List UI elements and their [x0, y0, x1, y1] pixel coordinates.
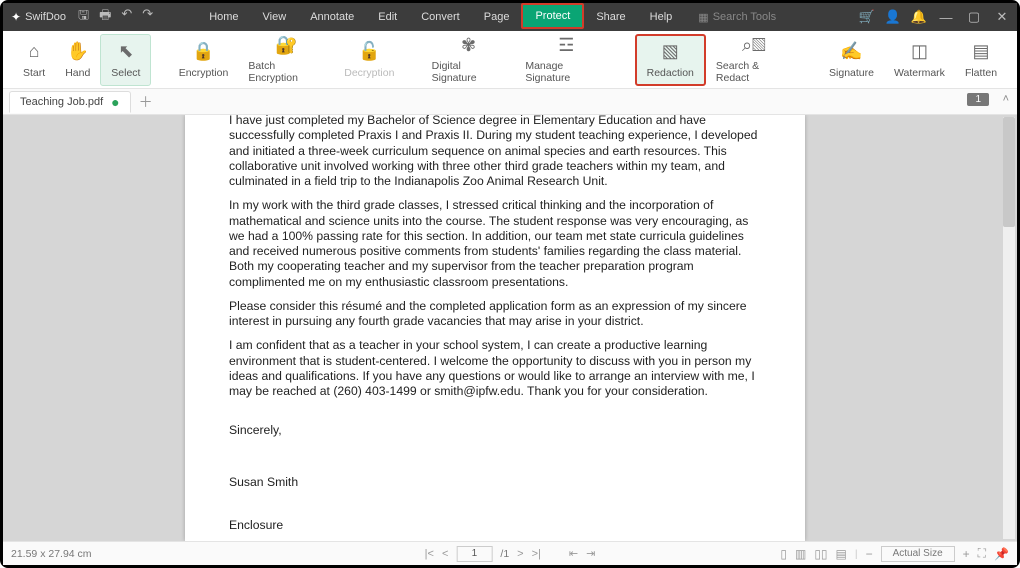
body-paragraph: Please consider this résumé and the comp…	[229, 299, 761, 330]
menu-page[interactable]: Page	[472, 3, 522, 31]
window-controls: 🛒 👤 🔔 — ▢ ✕	[858, 9, 1017, 25]
close-button[interactable]: ✕	[993, 9, 1011, 25]
two-page-icon[interactable]: ▯▯	[814, 547, 827, 561]
last-page-icon[interactable]: >|	[532, 548, 541, 560]
main-menu: Home View Annotate Edit Convert Page Pro…	[197, 3, 684, 31]
menu-edit[interactable]: Edit	[366, 3, 409, 31]
next-view-icon[interactable]: ⇥	[586, 547, 595, 560]
prev-page-icon[interactable]: <	[442, 548, 448, 560]
file-tab[interactable]: Teaching Job.pdf ●	[9, 91, 131, 113]
menu-convert[interactable]: Convert	[409, 3, 472, 31]
body-paragraph: I am confident that as a teacher in your…	[229, 338, 761, 399]
signature-icon: ✍	[840, 41, 862, 63]
signer-name: Susan Smith	[229, 475, 761, 490]
document-area: I have just completed my Bachelor of Sci…	[3, 115, 1017, 541]
unlock-icon: 🔓	[358, 41, 380, 63]
encryption-button[interactable]: 🔒Encryption	[169, 34, 239, 86]
menu-home[interactable]: Home	[197, 3, 250, 31]
minimize-button[interactable]: —	[937, 10, 955, 25]
scrollbar-thumb[interactable]	[1003, 117, 1015, 227]
enclosure-text: Enclosure	[229, 518, 761, 533]
lock-icon: 🔒	[192, 41, 214, 63]
select-button[interactable]: ⬉Select	[100, 34, 151, 86]
search-redact-icon: ⌕▧	[742, 35, 766, 56]
flatten-button[interactable]: ▤Flatten	[955, 34, 1007, 86]
read-mode-icon[interactable]: ▤	[836, 547, 847, 561]
file-tab-label: Teaching Job.pdf	[20, 96, 103, 108]
hand-button[interactable]: ✋Hand	[55, 34, 100, 86]
bell-icon[interactable]: 🔔	[911, 9, 927, 25]
zoom-out-icon[interactable]: −	[866, 547, 873, 561]
maximize-button[interactable]: ▢	[965, 9, 983, 25]
watermark-button[interactable]: ◫Watermark	[884, 34, 955, 86]
menu-help[interactable]: Help	[638, 3, 685, 31]
cart-icon[interactable]: 🛒	[858, 9, 874, 25]
decryption-button[interactable]: 🔓Decryption	[334, 34, 404, 86]
hand-icon: ✋	[67, 41, 89, 63]
pdf-page[interactable]: I have just completed my Bachelor of Sci…	[185, 115, 805, 541]
page-badge: 1	[967, 93, 989, 106]
user-icon[interactable]: 👤	[885, 9, 901, 25]
redo-icon[interactable]: ↷	[142, 6, 153, 28]
undo-icon[interactable]: ↶	[121, 6, 132, 28]
manage-signature-button[interactable]: ☲Manage Signature	[515, 34, 617, 86]
zoom-in-icon[interactable]: +	[963, 547, 970, 561]
next-page-icon[interactable]: >	[517, 548, 523, 560]
quick-access-toolbar: 🖫 🖶 ↶ ↷	[74, 6, 157, 28]
status-bar: 21.59 x 27.94 cm |< < 1 /1 > >| ⇤ ⇥ ▯ ▥ …	[3, 541, 1017, 565]
app-logo-icon: ✦	[11, 10, 21, 24]
status-right: ▯ ▥ ▯▯ ▤ | − Actual Size + ⛶ 📌	[780, 546, 1009, 562]
search-tools-label: Search Tools	[713, 11, 776, 23]
app-brand: ✦ SwifDoo	[3, 10, 74, 24]
closing-text: Sincerely,	[229, 423, 761, 438]
start-button[interactable]: ⌂Start	[13, 34, 55, 86]
save-icon[interactable]: 🖫	[78, 6, 89, 28]
fullscreen-icon[interactable]: ⛶	[978, 546, 986, 561]
page-number-input[interactable]: 1	[456, 546, 492, 562]
title-bar: ✦ SwifDoo 🖫 🖶 ↶ ↷ Home View Annotate Edi…	[3, 3, 1017, 31]
redaction-icon: ▧	[662, 41, 679, 63]
signature-button[interactable]: ✍Signature	[819, 34, 884, 86]
print-icon[interactable]: 🖶	[99, 6, 111, 28]
manage-sig-icon: ☲	[558, 35, 574, 56]
first-page-icon[interactable]: |<	[425, 548, 434, 560]
redaction-button[interactable]: ▧Redaction	[635, 34, 706, 86]
watermark-icon: ◫	[911, 41, 928, 63]
digital-sig-icon: ✾	[461, 35, 476, 56]
menu-view[interactable]: View	[251, 3, 299, 31]
continuous-page-icon[interactable]: ▥	[795, 547, 806, 561]
document-tabs: Teaching Job.pdf ● ＋ 1 ˄	[3, 89, 1017, 115]
add-tab-button[interactable]: ＋	[139, 92, 153, 112]
body-paragraph: In my work with the third grade classes,…	[229, 198, 761, 290]
app-name: SwifDoo	[25, 11, 66, 23]
zoom-level[interactable]: Actual Size	[881, 546, 955, 562]
menu-share[interactable]: Share	[584, 3, 637, 31]
cursor-icon: ⬉	[118, 41, 133, 63]
ribbon-toolbar: ⌂Start ✋Hand ⬉Select 🔒Encryption 🔐Batch …	[3, 31, 1017, 89]
flatten-icon: ▤	[972, 41, 989, 63]
collapse-ribbon-icon[interactable]: ˄	[1003, 93, 1009, 105]
page-total: /1	[500, 548, 509, 560]
menu-protect[interactable]: Protect	[521, 3, 584, 29]
single-page-icon[interactable]: ▯	[780, 547, 787, 561]
prev-view-icon[interactable]: ⇤	[569, 547, 578, 560]
grid-icon: ▦	[698, 11, 708, 24]
search-redact-button[interactable]: ⌕▧Search & Redact	[706, 34, 802, 86]
batch-encryption-button[interactable]: 🔐Batch Encryption	[238, 34, 334, 86]
pin-icon[interactable]: 📌	[994, 547, 1009, 561]
vertical-scrollbar[interactable]	[1003, 117, 1015, 539]
search-tools[interactable]: ▦ Search Tools	[692, 11, 782, 24]
batch-lock-icon: 🔐	[275, 35, 297, 56]
body-paragraph: I have just completed my Bachelor of Sci…	[229, 115, 761, 189]
home-icon: ⌂	[29, 41, 40, 63]
menu-annotate[interactable]: Annotate	[298, 3, 366, 31]
digital-signature-button[interactable]: ✾Digital Signature	[422, 34, 516, 86]
page-navigator: |< < 1 /1 > >| ⇤ ⇥	[425, 546, 596, 562]
page-dimensions: 21.59 x 27.94 cm	[11, 548, 92, 560]
unsaved-indicator-icon: ●	[111, 94, 119, 110]
